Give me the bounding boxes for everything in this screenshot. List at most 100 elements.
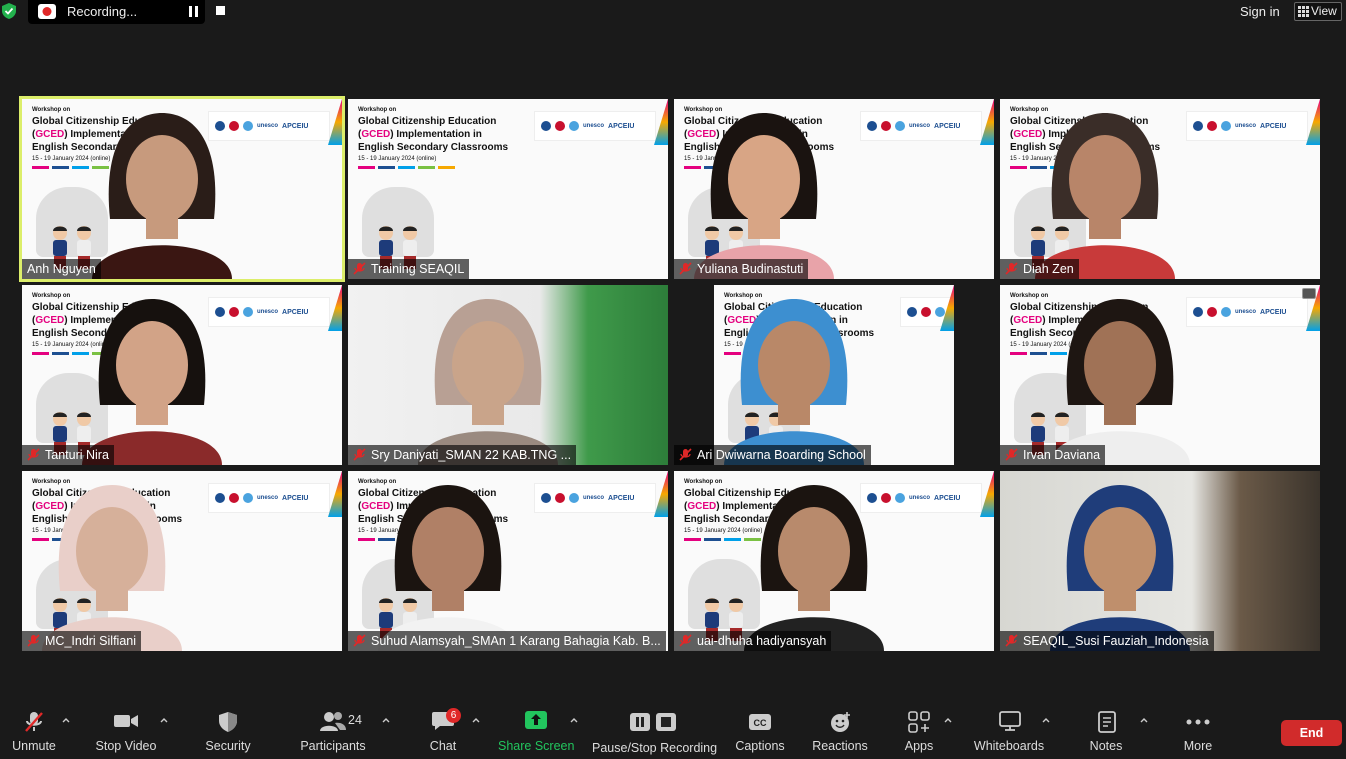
apps-button[interactable]: Apps [896,703,942,759]
audio-options-chevron-icon[interactable] [62,717,70,723]
muted-mic-icon [679,448,692,461]
banner-corner-decoration [328,285,342,331]
notes-chevron-icon[interactable] [1140,717,1148,723]
participant-video-feed [82,299,222,465]
muted-mic-icon [679,634,692,647]
unesco-logo: unesco [583,123,605,129]
muted-mic-icon [27,634,40,647]
banner-corner-decoration [980,99,994,145]
sponsor-logos: unescoAPCEIU [534,111,656,141]
recording-indicator: Recording... [28,0,225,24]
participant-name-label: Yuliana Budinastuti [674,259,809,279]
participant-name-label: Tanturi Nira [22,445,114,465]
unesco-logo: unesco [257,123,279,129]
apceiu-logo: APCEIU [1260,122,1287,130]
sponsor-seal-icon [541,121,551,131]
sponsor-seal-icon [881,121,891,131]
chat-unread-badge: 6 [446,708,461,723]
participant-video-tile[interactable]: SEAQIL_Susi Fauziah_Indonesia [1000,471,1320,651]
participant-name: MC_Indri Silfiani [45,634,137,648]
whiteboards-chevron-icon[interactable] [1042,717,1050,723]
share-options-chevron-icon[interactable] [570,717,578,723]
participant-video-tile[interactable]: Workshop onGlobal Citizenship Education … [674,285,994,465]
chat-chevron-icon[interactable] [472,717,480,723]
participant-name-label: Anh Nguyen [22,259,101,279]
unesco-logo: unesco [257,495,279,501]
participant-name-label: MC_Indri Silfiani [22,631,142,651]
unesco-logo: unesco [257,309,279,315]
participants-label: Participants [300,739,366,753]
unmute-button[interactable]: Unmute [6,703,62,759]
banner-corner-decoration [980,471,994,517]
participants-chevron-icon[interactable] [382,717,390,723]
participant-name-label: Diah Zen [1000,259,1079,279]
participant-name-label: Suhud Alamsyah_SMAn 1 Karang Bahagia Kab… [348,631,666,651]
participants-button[interactable]: 24 Participants [298,703,368,759]
workshop-banner-background: Workshop on Global Citizenship Education … [348,99,668,279]
encryption-shield-icon[interactable] [2,3,16,19]
participant-video-tile[interactable]: Workshop onGlobal Citizenship Education … [22,285,342,465]
apps-chevron-icon[interactable] [944,717,952,723]
sponsor-seal-icon [215,493,225,503]
workshop-label: Workshop on [358,107,397,113]
stop-video-button[interactable]: Stop Video [92,703,160,759]
sponsor-seal-icon [907,307,917,317]
sponsor-seal-icon [243,493,253,503]
participant-video-tile[interactable]: Workshop onGlobal Citizenship Education … [19,96,345,282]
participant-video-feed [1050,299,1190,465]
participant-video-tile[interactable]: Workshop onGlobal Citizenship Education … [1000,99,1320,279]
sponsor-seal-icon [569,121,579,131]
whiteboards-label: Whiteboards [973,739,1045,753]
workshop-banner-text: Workshop on Global Citizenship Education … [358,107,518,169]
sponsor-logos: unescoAPCEIU [1186,297,1308,327]
participant-video-feed [1035,113,1175,279]
notes-button[interactable]: Notes [1084,703,1128,759]
muted-mic-icon [1005,262,1018,275]
participant-video-tile[interactable]: Workshop onGlobal Citizenship Education … [1000,285,1320,465]
reactions-button[interactable]: Reactions [810,703,870,759]
share-screen-button[interactable]: Share Screen [498,703,574,759]
participant-video-tile[interactable]: Workshop onGlobal Citizenship Education … [22,471,342,651]
view-button[interactable]: View [1294,2,1342,21]
sponsor-seal-icon [1221,121,1231,131]
unesco-logo: unesco [909,495,931,501]
stop-recording-icon[interactable] [216,6,225,15]
security-button[interactable]: Security [200,703,256,759]
participant-video-tile[interactable]: Workshop onGlobal Citizenship Education … [348,471,668,651]
view-label: View [1311,4,1337,18]
pause-stop-recording-button[interactable]: Pause/Stop Recording [592,703,717,759]
sponsor-logos: unescoAPCEIU [1186,111,1308,141]
participant-video-tile[interactable]: Workshop onGlobal Citizenship Education … [674,471,994,651]
video-options-chevron-icon[interactable] [160,717,168,723]
unesco-logo: unesco [1235,123,1257,129]
workshop-dates: 15 - 19 January 2024 (online) [358,156,437,162]
apceiu-logo: APCEIU [282,308,309,316]
apceiu-logo: APCEIU [608,494,635,502]
garuda-emblem-icon [362,187,434,257]
security-label: Security [205,739,251,753]
pause-recording-icon[interactable] [188,6,199,17]
muted-mic-icon [353,448,366,461]
participant-video-tile[interactable]: Workshop onGlobal Citizenship Education … [348,99,668,279]
chat-button[interactable]: 6 Chat [418,703,468,759]
camera-spotlight-icon[interactable] [1302,288,1316,299]
participant-video-feed [724,299,864,465]
apceiu-logo: APCEIU [282,494,309,502]
whiteboards-button[interactable]: Whiteboards [972,703,1046,759]
sponsor-seal-icon [1221,307,1231,317]
whiteboard-icon [999,711,1021,731]
sponsor-seal-icon [569,493,579,503]
sign-in-link[interactable]: Sign in [1240,4,1280,19]
unmute-label: Unmute [12,739,56,753]
sponsor-seal-icon [867,121,877,131]
captions-button[interactable]: CC Captions [734,703,786,759]
banner-corner-decoration [328,99,342,145]
end-meeting-button[interactable]: End [1281,720,1342,746]
muted-mic-icon [353,262,366,275]
sponsor-logos: unescoAPCEIU [208,483,330,513]
more-button[interactable]: More [1176,703,1220,759]
banner-corner-decoration [654,471,668,517]
participant-video-tile[interactable]: Workshop onGlobal Citizenship Education … [674,99,994,279]
participant-video-tile[interactable]: Sry Daniyati_SMAN 22 KAB.TNG ... [348,285,668,465]
participant-name: uai-dhuha hadiyansyah [697,634,827,648]
